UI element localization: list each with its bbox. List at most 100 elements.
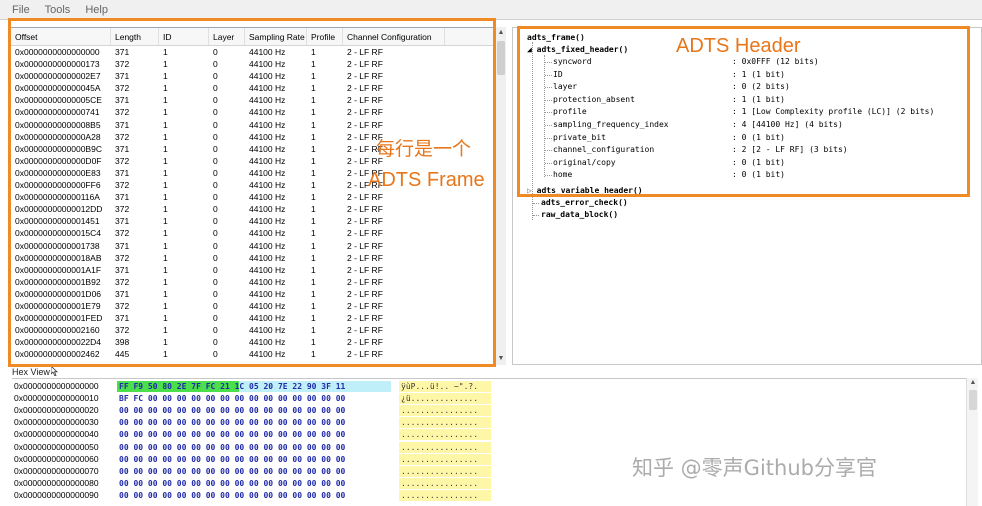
hex-bytes[interactable]: 00 00 00 00 00 00 00 00 00 00 00 00 00 0… [117, 405, 391, 416]
hex-bytes[interactable]: 00 00 00 00 00 00 00 00 00 00 00 00 00 0… [117, 454, 391, 465]
hex-scroll-up-icon[interactable]: ▲ [967, 378, 979, 388]
tree-node-variable-header[interactable]: ▷ adts_variable_header() [527, 185, 643, 196]
menu-help[interactable]: Help [85, 4, 108, 16]
hex-row[interactable]: 0x0000000000000090 00 00 00 00 00 00 00 0… [14, 489, 494, 501]
tree-field-name[interactable]: private_bit [553, 132, 606, 143]
table-row[interactable]: 0x00000000000008B5 371 1 0 44100 Hz 1 2 - LF R… [11, 119, 495, 131]
table-scrollbar[interactable]: ▲ ▼ [494, 27, 506, 365]
column-header-id[interactable]: ID [159, 28, 209, 45]
column-header-length[interactable]: Length [111, 28, 159, 45]
cell-sampling-rate: 44100 Hz [249, 131, 286, 142]
scroll-thumb[interactable] [497, 41, 505, 75]
hex-row[interactable]: 0x0000000000000000 FF F9 50 80 2E 7F FC 2… [14, 381, 494, 392]
table-body: 0x0000000000000000 371 1 0 44100 Hz 1 2 - LF R… [11, 46, 495, 360]
tree-node-error-check[interactable]: adts_error_check() [541, 197, 628, 208]
hex-ascii[interactable]: ................ [399, 477, 491, 489]
hex-row[interactable]: 0x0000000000000040 00 00 00 00 00 00 00 0… [14, 429, 494, 441]
hex-row[interactable]: 0x0000000000000050 00 00 00 00 00 00 00 0… [14, 441, 494, 453]
hex-view[interactable]: 0x0000000000000000 FF F9 50 80 2E 7F FC 2… [12, 378, 970, 506]
table-row[interactable]: 0x0000000000001B92 372 1 0 44100 Hz 1 2 - LF R… [11, 276, 495, 288]
tree-field-name[interactable]: channel_configuration [553, 144, 654, 155]
table-row[interactable]: 0x00000000000018AB 372 1 0 44100 Hz 1 2 - LF R… [11, 252, 495, 264]
cell-profile: 1 [311, 47, 316, 57]
table-row[interactable]: 0x000000000000116A 371 1 0 44100 Hz 1 2 - LF R… [11, 191, 495, 203]
menu-tools[interactable]: Tools [45, 4, 71, 16]
table-row[interactable]: 0x00000000000012DD 372 1 0 44100 Hz 1 2 - LF R… [11, 203, 495, 215]
cell-offset: 0x0000000000000A28 [15, 131, 101, 142]
table-row[interactable]: 0x00000000000005CE 371 1 0 44100 Hz 1 2 - LF R… [11, 94, 495, 106]
hex-row[interactable]: 0x0000000000000010 BF FC 00 00 00 00 00 0… [14, 393, 494, 405]
hex-ascii[interactable]: ................ [399, 489, 491, 501]
hex-bytes[interactable]: 00 00 00 00 00 00 00 00 00 00 00 00 00 0… [117, 466, 391, 477]
table-row[interactable]: 0x00000000000002E7 371 1 0 44100 Hz 1 2 - LF R… [11, 70, 495, 82]
tree-node-adts-frame[interactable]: adts_frame() [527, 32, 585, 43]
table-row[interactable]: 0x0000000000001451 371 1 0 44100 Hz 1 2 - LF R… [11, 215, 495, 227]
hex-scrollbar[interactable]: ▲ [966, 378, 978, 506]
hex-ascii[interactable]: ................ [399, 465, 491, 477]
hex-row[interactable]: 0x0000000000000020 00 00 00 00 00 00 00 0… [14, 405, 494, 417]
hex-row[interactable]: 0x0000000000000080 00 00 00 00 00 00 00 0… [14, 477, 494, 489]
cell-id: 1 [163, 83, 168, 94]
hex-ascii[interactable]: ................ [399, 453, 491, 465]
hex-ascii[interactable]: ................ [399, 405, 491, 417]
table-row[interactable]: 0x0000000000000173 372 1 0 44100 Hz 1 2 - LF R… [11, 58, 495, 70]
hex-ascii[interactable]: ................ [399, 417, 491, 429]
tree-field-name[interactable]: profile [553, 106, 587, 117]
hex-bytes[interactable]: 00 00 00 00 00 00 00 00 00 00 00 00 00 0… [117, 478, 391, 489]
cell-offset: 0x0000000000001FED [15, 313, 103, 324]
cell-offset: 0x0000000000000000 [15, 47, 100, 57]
tree-field-name[interactable]: layer [553, 81, 577, 92]
table-row[interactable]: 0x0000000000001D06 371 1 0 44100 Hz 1 2 - LF R… [11, 288, 495, 300]
tree-field-name[interactable]: protection_absent [553, 94, 635, 105]
table-row[interactable]: 0x000000000000045A 372 1 0 44100 Hz 1 2 - LF R… [11, 82, 495, 94]
hex-bytes[interactable]: 00 00 00 00 00 00 00 00 00 00 00 00 00 0… [117, 442, 391, 453]
hex-ascii[interactable]: ................ [399, 441, 491, 453]
tree-field-name[interactable]: sampling_frequency_index [553, 119, 669, 130]
table-row[interactable]: 0x00000000000022D4 398 1 0 44100 Hz 1 2 - LF R… [11, 336, 495, 348]
tree-node-fixed-header[interactable]: ◢ adts_fixed_header() [527, 44, 628, 55]
hex-bytes[interactable]: FF F9 50 80 2E 7F FC 21 1C 05 20 7E 22 9… [117, 381, 391, 392]
tree-field-name[interactable]: home [553, 169, 572, 180]
table-row[interactable]: 0x0000000000002462 445 1 0 44100 Hz 1 2 - LF R… [11, 348, 495, 360]
cell-id: 1 [163, 119, 168, 130]
hex-row[interactable]: 0x0000000000000060 00 00 00 00 00 00 00 0… [14, 453, 494, 465]
hex-ascii[interactable]: ¿ü.............. [399, 393, 491, 405]
cell-id: 1 [163, 216, 168, 227]
table-row[interactable]: 0x0000000000000000 371 1 0 44100 Hz 1 2 - LF R… [11, 46, 495, 58]
hex-ascii[interactable]: ÿùP...ü!.. ~".?. [399, 381, 491, 392]
hex-ascii[interactable]: ................ [399, 429, 491, 441]
hex-bytes[interactable]: BF FC 00 00 00 00 00 00 00 00 00 00 00 0… [117, 393, 391, 404]
tree-node-raw-data-block[interactable]: raw_data_block() [541, 209, 618, 220]
hex-bytes[interactable]: 00 00 00 00 00 00 00 00 00 00 00 00 00 0… [117, 490, 391, 501]
column-header-layer[interactable]: Layer [209, 28, 245, 45]
scroll-down-icon[interactable]: ▼ [495, 353, 507, 365]
column-header-channel-configuration[interactable]: Channel Configuration [343, 28, 445, 45]
hex-row[interactable]: 0x0000000000000030 00 00 00 00 00 00 00 0… [14, 417, 494, 429]
hex-row[interactable]: 0x0000000000000070 00 00 00 00 00 00 00 0… [14, 465, 494, 477]
tree-field-name[interactable]: original/copy [553, 157, 616, 168]
cell-filler [445, 70, 495, 82]
table-row[interactable]: 0x0000000000001FED 371 1 0 44100 Hz 1 2 - LF R… [11, 312, 495, 324]
cell-layer: 0 [213, 119, 218, 130]
collapsed-arrow-icon[interactable]: ▷ [527, 186, 537, 195]
menu-file[interactable]: File [12, 4, 30, 16]
hex-bytes[interactable]: 00 00 00 00 00 00 00 00 00 00 00 00 00 0… [117, 417, 391, 428]
expanded-arrow-icon[interactable]: ◢ [527, 45, 537, 54]
column-header-sampling-rate[interactable]: Sampling Rate [245, 28, 307, 45]
hex-scroll-thumb[interactable] [969, 390, 977, 410]
cell-channel-configuration: 2 - LF RF [347, 252, 383, 263]
column-header-profile[interactable]: Profile [307, 28, 343, 45]
table-row[interactable]: 0x0000000000001E79 372 1 0 44100 Hz 1 2 - LF R… [11, 300, 495, 312]
table-row[interactable]: 0x0000000000002160 372 1 0 44100 Hz 1 2 - LF R… [11, 324, 495, 336]
table-row[interactable]: 0x0000000000001A1F 371 1 0 44100 Hz 1 2 - LF R… [11, 264, 495, 276]
table-row[interactable]: 0x0000000000001738 371 1 0 44100 Hz 1 2 - LF R… [11, 240, 495, 252]
tree-line [533, 203, 539, 204]
column-header-offset[interactable]: Offset [11, 28, 111, 45]
tree-field-name[interactable]: ID [553, 69, 563, 80]
tree-field-name[interactable]: syncword [553, 56, 592, 67]
table-row[interactable]: 0x0000000000000741 372 1 0 44100 Hz 1 2 - LF R… [11, 106, 495, 118]
scroll-up-icon[interactable]: ▲ [495, 27, 507, 39]
tree-line [545, 112, 552, 114]
table-row[interactable]: 0x00000000000015C4 372 1 0 44100 Hz 1 2 - LF R… [11, 227, 495, 239]
hex-bytes[interactable]: 00 00 00 00 00 00 00 00 00 00 00 00 00 0… [117, 429, 391, 440]
